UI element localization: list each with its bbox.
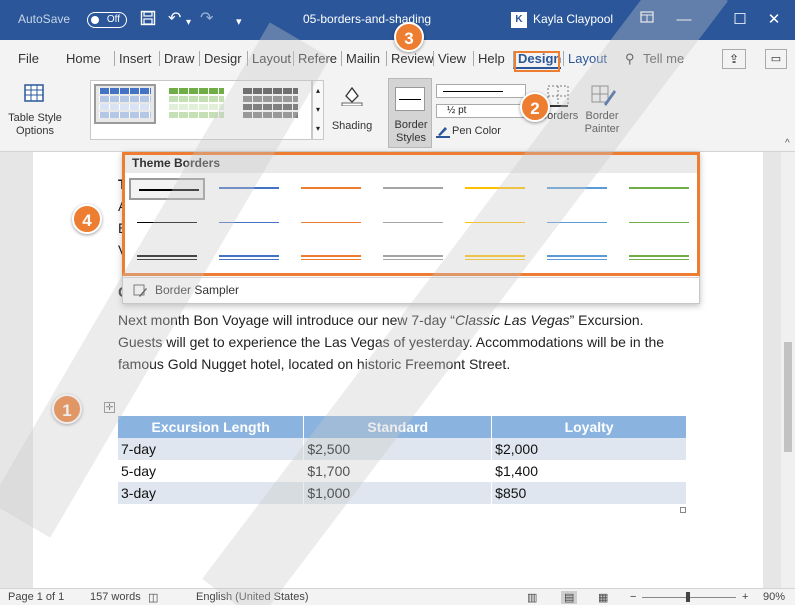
border-painter-button[interactable]: Border Painter <box>580 80 624 142</box>
callout-3: 3 <box>394 22 424 52</box>
body-paragraph[interactable]: Next month Bon Voyage will introduce our… <box>118 309 678 375</box>
redo-icon[interactable]: ↷ <box>200 10 213 28</box>
share-icon[interactable]: ⇪ <box>722 49 746 69</box>
border-styles-button[interactable]: Border Styles <box>388 78 432 148</box>
tab-draw[interactable]: Draw <box>159 51 194 66</box>
tab-help[interactable]: Help <box>473 51 505 66</box>
tab-references[interactable]: Refere <box>293 51 337 66</box>
callout-4: 4 <box>72 204 102 234</box>
print-layout-icon[interactable]: ▤ <box>561 591 578 604</box>
line-weight-value: ½ pt <box>447 105 467 116</box>
zoom-slider-thumb[interactable] <box>686 592 690 602</box>
table-cell[interactable]: $850 <box>491 482 687 504</box>
border-painter-label: Border Painter <box>584 110 620 135</box>
line-weight-select[interactable]: ½ pt <box>436 104 526 118</box>
read-mode-icon[interactable]: ▥ <box>527 591 537 604</box>
tab-file[interactable]: File <box>18 51 39 66</box>
shading-label: Shading <box>331 120 373 132</box>
tab-insert[interactable]: Insert <box>114 51 152 66</box>
close-icon[interactable]: ✕ <box>752 6 795 34</box>
word-count[interactable]: 157 words <box>90 591 141 603</box>
status-bar: Page 1 of 1 157 words ◫ English (United … <box>0 588 795 605</box>
table-cell[interactable]: 5-day <box>118 460 305 482</box>
callout-2: 2 <box>520 92 550 122</box>
tab-layout[interactable]: Layout <box>247 51 291 66</box>
tab-table-layout[interactable]: Layout <box>563 51 607 66</box>
paint-bucket-icon <box>340 84 364 109</box>
comments-icon[interactable]: ▭ <box>765 49 787 69</box>
zoom-in-icon[interactable]: + <box>742 591 748 603</box>
table-cell[interactable]: $1,700 <box>303 460 493 482</box>
tab-view[interactable]: View <box>433 51 466 66</box>
collapse-ribbon-icon[interactable]: ^ <box>785 138 790 149</box>
table-header-cell[interactable]: Excursion Length <box>118 416 305 438</box>
border-painter-icon <box>590 84 616 111</box>
user-avatar[interactable]: K <box>511 12 527 28</box>
undo-dropdown-icon[interactable]: ▾ <box>186 14 191 32</box>
page-count[interactable]: Page 1 of 1 <box>8 591 64 603</box>
table-cell[interactable]: $1,400 <box>491 460 687 482</box>
ribbon: Table Style Options ▴ ▾ ▾ Shading Border S… <box>0 78 795 152</box>
table-row: 5-day $1,700 $1,400 <box>118 460 687 482</box>
tell-me-input[interactable]: Tell me <box>643 51 684 66</box>
autosave-state: Off <box>106 14 120 25</box>
ribbon-display-icon[interactable] <box>640 10 654 29</box>
tab-design[interactable]: Desigr <box>199 51 242 66</box>
excursion-table[interactable]: Excursion Length Standard Loyalty 7-day … <box>118 416 687 504</box>
table-row: 7-day $2,500 $2,000 <box>118 438 687 460</box>
table-cell[interactable]: $1,000 <box>303 482 493 504</box>
autosave-label: AutoSave <box>18 12 71 26</box>
table-style-options-label: Table Style Options <box>8 112 62 137</box>
proofing-icon[interactable]: ◫ <box>148 591 158 604</box>
table-cell[interactable]: $2,500 <box>303 438 493 460</box>
table-header-row: Excursion Length Standard Loyalty <box>118 416 687 438</box>
table-move-handle-icon[interactable]: ✛ <box>104 402 115 413</box>
border-style-preview <box>395 87 425 111</box>
zoom-level[interactable]: 90% <box>763 591 785 603</box>
tab-home[interactable]: Home <box>66 51 101 66</box>
table-grid-icon <box>24 84 44 105</box>
save-icon[interactable] <box>140 10 156 31</box>
highlight-theme-borders <box>122 152 700 276</box>
border-styles-label: Border Styles <box>394 119 428 144</box>
vertical-scrollbar[interactable] <box>781 152 795 588</box>
table-cell[interactable]: 3-day <box>118 482 305 504</box>
tab-review[interactable]: Review <box>386 51 434 66</box>
table-style-dark[interactable] <box>239 86 301 126</box>
callout-1: 1 <box>52 394 82 424</box>
border-sampler-icon <box>133 284 147 301</box>
pen-icon <box>436 124 450 141</box>
table-cell[interactable]: 7-day <box>118 438 305 460</box>
minimize-icon[interactable]: — <box>662 6 706 34</box>
paragraph-italic: Classic Las Vegas <box>454 312 570 328</box>
customize-toolbar-icon[interactable]: ▾ <box>236 13 242 31</box>
zoom-out-icon[interactable]: − <box>630 591 636 603</box>
border-sampler-item[interactable]: Border Sampler <box>155 283 239 297</box>
gallery-scroll[interactable]: ▴ ▾ ▾ <box>312 80 324 140</box>
autosave-toggle[interactable]: Off <box>87 12 127 28</box>
user-name[interactable]: Kayla Claypool <box>533 12 613 26</box>
shading-button[interactable]: Shading <box>328 80 376 142</box>
search-icon[interactable]: ⚲ <box>625 51 635 67</box>
table-style-green[interactable] <box>165 86 227 126</box>
paragraph-text-start: Next month Bon Voyage will introduce our… <box>118 312 455 328</box>
pen-color-label[interactable]: Pen Color <box>452 125 501 138</box>
table-styles-gallery[interactable] <box>90 80 312 140</box>
highlight-design-tab <box>514 51 560 72</box>
language-status[interactable]: English (United States) <box>196 591 309 603</box>
table-header-cell[interactable]: Standard <box>303 416 493 438</box>
scrollbar-thumb[interactable] <box>784 342 792 452</box>
table-resize-handle[interactable] <box>680 507 686 513</box>
web-layout-icon[interactable]: ▦ <box>598 591 608 604</box>
table-header-cell[interactable]: Loyalty <box>491 416 687 438</box>
line-style-select[interactable] <box>436 84 526 98</box>
table-style-options-button[interactable]: Table Style Options <box>6 80 62 142</box>
table-cell[interactable]: $2,000 <box>491 438 687 460</box>
tab-mailings[interactable]: Mailin <box>341 51 380 66</box>
undo-icon[interactable]: ↶ <box>168 10 181 28</box>
table-style-plain[interactable] <box>94 84 156 124</box>
table-row: 3-day $1,000 $850 <box>118 482 687 504</box>
